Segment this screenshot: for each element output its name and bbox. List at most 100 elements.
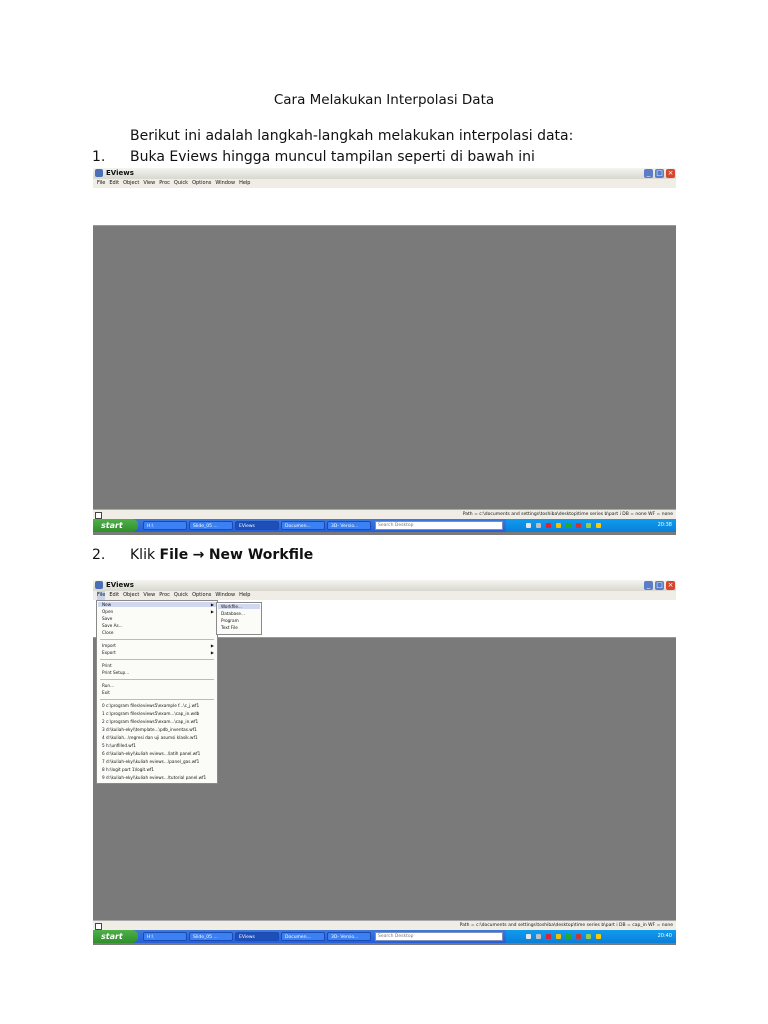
submenu-item-workfile[interactable]: Workfile... — [218, 604, 260, 609]
recent-file-item[interactable]: 3 d:\kuliah-eky\\template...\pdb_inventa… — [102, 727, 197, 732]
system-tray: 20:38 — [506, 519, 676, 532]
system-tray: 20:40 — [506, 930, 676, 943]
recent-file-item[interactable]: 9 d:\kuliah-eky\\kuliah eviews...\tutori… — [102, 775, 206, 780]
menu-options[interactable]: Options — [192, 179, 211, 188]
menu-view[interactable]: View — [143, 179, 155, 188]
menu-object[interactable]: Object — [123, 179, 139, 188]
menu-item-export[interactable]: Export — [102, 650, 116, 655]
task-3d-version[interactable]: 3D- Versio... — [327, 932, 371, 941]
menu-edit[interactable]: Edit — [109, 591, 119, 600]
submenu-arrow-icon: ▶ — [210, 650, 214, 655]
window-title: EViews — [106, 581, 134, 589]
tray-icon[interactable] — [576, 523, 581, 528]
close-icon[interactable]: × — [666, 169, 675, 178]
tray-icon[interactable] — [526, 523, 531, 528]
menu-help[interactable]: Help — [239, 179, 250, 188]
task-document[interactable]: Documen... — [281, 521, 325, 530]
recent-file-item[interactable]: 4 d:\kuliah...\regresi dan uji asumsi kl… — [102, 735, 198, 740]
menu-bar: File Edit Object View Proc Quick Options Window… — [93, 591, 676, 600]
menu-proc[interactable]: Proc — [159, 591, 170, 600]
recent-file-item[interactable]: 8 h:\logit part 1\logit.wf1 — [102, 767, 154, 772]
step2-target: New Workfile — [208, 547, 314, 563]
tray-icon[interactable] — [546, 523, 551, 528]
task-eviews[interactable]: EViews — [235, 521, 279, 530]
menu-item-new[interactable]: New — [98, 602, 216, 607]
tray-icon[interactable] — [556, 523, 561, 528]
menu-object[interactable]: Object — [123, 591, 139, 600]
submenu-item-text-file[interactable]: Text File — [221, 625, 238, 630]
task-h-drive[interactable]: H:\ — [143, 521, 187, 530]
status-checkbox[interactable] — [95, 923, 102, 930]
minimize-icon[interactable]: _ — [644, 169, 653, 178]
menu-window[interactable]: Window — [215, 591, 235, 600]
menu-item-save-as[interactable]: Save As... — [102, 623, 123, 628]
tray-icon[interactable] — [586, 934, 591, 939]
tray-icon[interactable] — [556, 934, 561, 939]
menu-options[interactable]: Options — [192, 591, 211, 600]
menu-file[interactable]: File — [97, 591, 106, 600]
status-path: Path = c:\documents and settings\toshiba… — [459, 923, 673, 928]
clock: 20:40 — [657, 933, 672, 939]
recent-file-item[interactable]: 2 c:\program files\eviews5\exam...\cap_i… — [102, 719, 198, 724]
recent-file-item[interactable]: 0 c:\program files\eviews5\example f...\… — [102, 703, 199, 708]
desktop-search-input[interactable]: Search Desktop — [375, 932, 503, 941]
task-3d-version[interactable]: 3D- Versio... — [327, 521, 371, 530]
task-document[interactable]: Documen... — [281, 932, 325, 941]
task-eviews[interactable]: EViews — [235, 932, 279, 941]
menu-view[interactable]: View — [143, 591, 155, 600]
menu-proc[interactable]: Proc — [159, 179, 170, 188]
menu-help[interactable]: Help — [239, 591, 250, 600]
recent-file-item[interactable]: 5 h:\unfilled.wf1 — [102, 743, 136, 748]
menu-window[interactable]: Window — [215, 179, 235, 188]
tray-icon[interactable] — [586, 523, 591, 528]
menu-item-open[interactable]: Open — [102, 609, 113, 614]
menu-item-run[interactable]: Run... — [102, 683, 114, 688]
step2-number: 2. — [92, 547, 106, 563]
task-h-drive[interactable]: H:\ — [143, 932, 187, 941]
start-button[interactable]: start — [93, 519, 138, 532]
start-button[interactable]: start — [93, 930, 138, 943]
clock: 20:38 — [657, 522, 672, 528]
tray-icon[interactable] — [596, 934, 601, 939]
command-window[interactable] — [93, 188, 676, 226]
step2-text: Klik File → New Workfile — [130, 547, 313, 563]
submenu-item-database[interactable]: Database... — [221, 611, 245, 616]
tray-icon[interactable] — [596, 523, 601, 528]
close-icon[interactable]: × — [666, 581, 675, 590]
menu-quick[interactable]: Quick — [174, 179, 188, 188]
submenu-item-program[interactable]: Program — [221, 618, 239, 623]
menu-file[interactable]: File — [97, 179, 105, 188]
recent-file-item[interactable]: 6 d:\kuliah-eky\\kuliah eviews...\latih … — [102, 751, 200, 756]
step1-text: Buka Eviews hingga muncul tampilan seper… — [130, 149, 535, 165]
recent-file-item[interactable]: 7 d:\kuliah-eky\\kuliah eviews...\panel_… — [102, 759, 199, 764]
maximize-icon[interactable]: □ — [655, 169, 664, 178]
window-title: EViews — [106, 169, 134, 177]
desktop-search-input[interactable]: Search Desktop — [375, 521, 503, 530]
recent-file-item[interactable]: 1 c:\program files\eviews5\exam...\cap_i… — [102, 711, 199, 716]
task-slide[interactable]: Slide_05 ... — [189, 521, 233, 530]
tray-icon[interactable] — [566, 934, 571, 939]
tray-icon[interactable] — [526, 934, 531, 939]
menu-item-exit[interactable]: Exit — [102, 690, 110, 695]
taskbar: start H:\ Slide_05 ... EViews Documen...… — [93, 519, 676, 532]
tray-icon[interactable] — [536, 523, 541, 528]
tray-icon[interactable] — [546, 934, 551, 939]
tray-icon[interactable] — [576, 934, 581, 939]
menu-item-print-setup[interactable]: Print Setup... — [102, 670, 129, 675]
task-slide[interactable]: Slide_05 ... — [189, 932, 233, 941]
document-title: Cara Melakukan Interpolasi Data — [273, 92, 495, 108]
menu-item-import[interactable]: Import — [102, 643, 116, 648]
submenu-arrow-icon: ▶ — [210, 609, 214, 614]
maximize-icon[interactable]: □ — [655, 581, 664, 590]
eviews-screenshot-1: EViews _ □ × File Edit Object View Proc Quick… — [93, 168, 676, 535]
menu-item-close[interactable]: Close — [102, 630, 113, 635]
step2-prefix: Klik — [130, 547, 160, 563]
tray-icon[interactable] — [536, 934, 541, 939]
menu-edit[interactable]: Edit — [109, 179, 119, 188]
status-checkbox[interactable] — [95, 512, 102, 519]
minimize-icon[interactable]: _ — [644, 581, 653, 590]
menu-item-print[interactable]: Print — [102, 663, 112, 668]
menu-quick[interactable]: Quick — [174, 591, 188, 600]
tray-icon[interactable] — [566, 523, 571, 528]
menu-item-save[interactable]: Save — [102, 616, 112, 621]
